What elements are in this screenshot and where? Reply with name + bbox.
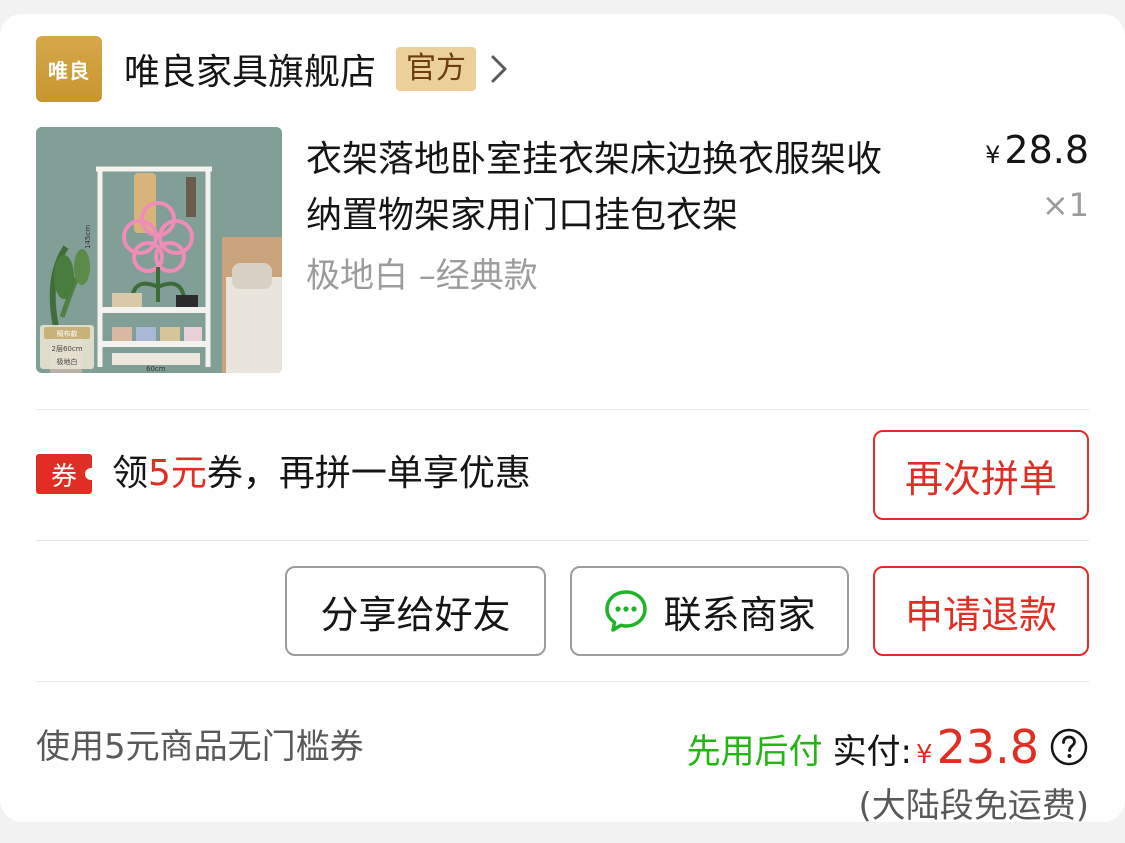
share-button[interactable]: 分享给好友	[285, 566, 546, 656]
shop-logo: 唯良	[36, 36, 102, 102]
pay-later-label[interactable]: 先用后付	[687, 724, 823, 773]
contact-seller-button[interactable]: 联系商家	[570, 566, 849, 656]
shop-header[interactable]: 唯良 唯良家具旗舰店 官方	[36, 36, 508, 102]
official-badge: 官方	[396, 47, 477, 91]
shop-name[interactable]: 唯良家具旗舰店	[124, 43, 376, 95]
price-value: 28.8	[1004, 128, 1089, 172]
product-quantity: ×1	[1041, 186, 1089, 224]
divider	[36, 409, 1089, 410]
chat-bubble-icon	[605, 590, 648, 632]
coupon-text-suffix: 券，再拼一单享优惠	[206, 453, 531, 494]
product-image[interactable]: 145cm 60cm 隔布款 2层60cm 极地白	[36, 127, 282, 373]
chevron-right-icon[interactable]	[490, 53, 508, 85]
image-tag-line2: 2层60cm	[51, 345, 82, 353]
image-tag-line1: 隔布款	[57, 329, 78, 338]
payment-summary: 先用后付 实付: ¥ 23.8 (大陆段免运费)	[687, 720, 1089, 827]
product-price: ¥28.8	[985, 128, 1089, 172]
order-card: 唯良 唯良家具旗舰店 官方 145cm 60cm 隔布款 2层60cm 极地白 …	[0, 14, 1125, 826]
question-icon[interactable]	[1049, 727, 1089, 767]
product-title[interactable]: 衣架落地卧室挂衣架床边换衣服架收纳置物架家用门口挂包衣架	[306, 132, 906, 244]
paid-label: 实付:	[832, 732, 913, 772]
refund-button[interactable]: 申请退款	[873, 566, 1089, 656]
image-tag-line3: 极地白	[57, 357, 78, 366]
divider	[36, 540, 1089, 541]
coupon-text-prefix: 领	[112, 453, 149, 494]
product-spec: 极地白 –经典款	[306, 256, 538, 296]
image-width-label: 60cm	[146, 365, 166, 373]
coupon-tag: 券	[36, 454, 93, 494]
paid-currency: ¥	[916, 740, 933, 770]
price-currency: ¥	[985, 141, 1001, 169]
coupon-used-note: 使用5元商品无门槛券	[36, 727, 364, 767]
shipping-note: (大陆段免运费)	[858, 786, 1089, 826]
coupon-amount: 5元	[148, 453, 207, 494]
divider	[36, 681, 1089, 682]
contact-seller-label: 联系商家	[663, 592, 816, 637]
coupon-promo-text: 领5元券，再拼一单享优惠	[112, 450, 531, 498]
paid-amount: 23.8	[936, 720, 1039, 774]
reorder-button[interactable]: 再次拼单	[873, 430, 1089, 520]
image-height-label: 145cm	[84, 225, 92, 249]
